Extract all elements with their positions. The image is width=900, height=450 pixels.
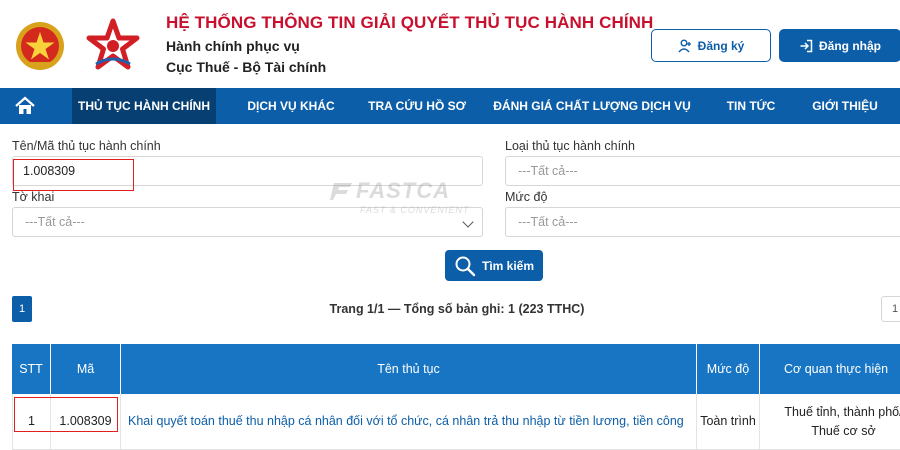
red-star-logo-icon	[86, 18, 140, 72]
table-cell-level: Toàn trình	[697, 394, 760, 450]
highlight-box-table-row	[14, 397, 118, 432]
name-code-label: Tên/Mã thủ tục hành chính	[12, 139, 161, 153]
table-header-name: Tên thủ tục	[121, 344, 697, 394]
watermark-tagline: FAST & CONVENIENT	[360, 205, 470, 215]
highlight-box-code-input	[13, 159, 134, 191]
table-header-stt: STT	[12, 344, 51, 394]
procedure-type-label: Loại thủ tục hành chính	[505, 139, 635, 153]
nav-item-administrative-procedures[interactable]: THỦ TỤC HÀNH CHÍNH	[72, 88, 216, 124]
login-icon	[799, 39, 813, 53]
site-subtitle-line2: Cục Thuế - Bộ Tài chính	[166, 59, 327, 75]
fastca-watermark: FASTCA FAST & CONVENIENT	[330, 178, 490, 220]
search-icon	[454, 255, 476, 277]
national-emblem-icon	[14, 20, 66, 72]
page-size-select[interactable]: 1	[881, 296, 900, 322]
nav-item-other-services[interactable]: DỊCH VỤ KHÁC	[236, 88, 346, 124]
site-subtitle-line1: Hành chính phục vụ	[166, 38, 300, 54]
login-label: Đăng nhập	[819, 38, 881, 53]
table-header-code: Mã	[51, 344, 121, 394]
level-select[interactable]: ---Tất cả---	[505, 207, 900, 237]
procedure-name-link[interactable]: Khai quyết toán thuế thu nhập cá nhân đố…	[121, 394, 697, 450]
home-icon[interactable]	[14, 96, 36, 116]
table-header-agency: Cơ quan thực hiện	[760, 344, 900, 394]
nav-item-record-lookup[interactable]: TRA CỨU HỒ SƠ	[362, 88, 472, 124]
table-cell-agency: Thuế tỉnh, thành phố/ Thuế cơ sở	[760, 394, 900, 450]
fastca-logo-icon	[330, 183, 352, 200]
form-type-value: ---Tất cả---	[25, 215, 85, 229]
pagination-info: Trang 1/1 — Tổng số bản ghi: 1 (223 TTHC…	[329, 302, 585, 316]
register-button[interactable]: Đăng ký	[651, 29, 771, 62]
nav-item-news[interactable]: TIN TỨC	[716, 88, 786, 124]
site-title: HỆ THỐNG THÔNG TIN GIẢI QUYẾT THỦ TỤC HÀ…	[166, 13, 654, 32]
procedure-type-select[interactable]: ---Tất cả---	[505, 156, 900, 186]
nav-item-about[interactable]: GIỚI THIỆU	[802, 88, 888, 124]
table-header-level: Mức độ	[697, 344, 760, 394]
nav-item-service-quality[interactable]: ĐÁNH GIÁ CHẤT LƯỢNG DỊCH VỤ	[492, 88, 692, 124]
search-button[interactable]: Tìm kiếm	[445, 250, 543, 281]
login-button[interactable]: Đăng nhập	[779, 29, 900, 62]
main-nav: THỦ TỤC HÀNH CHÍNH DỊCH VỤ KHÁC TRA CỨU …	[0, 88, 900, 124]
user-plus-icon	[678, 39, 692, 53]
level-label: Mức độ	[505, 190, 548, 204]
form-type-label: Tờ khai	[12, 190, 55, 204]
site-header: HỆ THỐNG THÔNG TIN GIẢI QUYẾT THỦ TỤC HÀ…	[0, 0, 900, 88]
register-label: Đăng ký	[697, 38, 745, 53]
watermark-brand: FASTCA	[356, 178, 450, 203]
search-label: Tìm kiếm	[481, 258, 535, 273]
